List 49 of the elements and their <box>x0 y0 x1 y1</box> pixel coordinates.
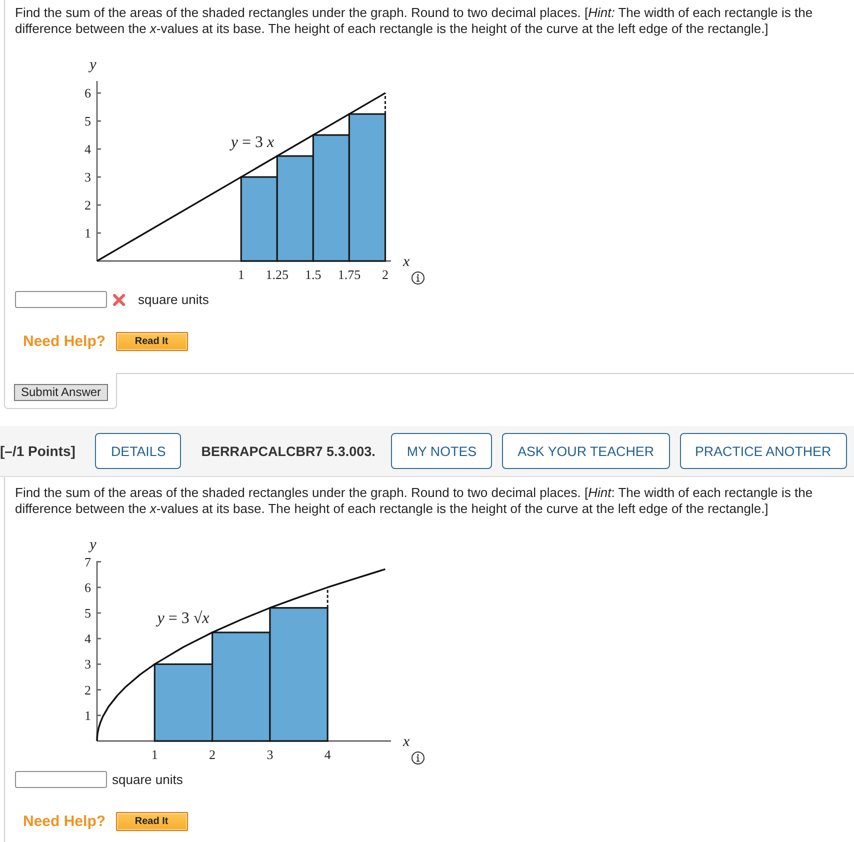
tick-label: 5 <box>84 114 91 129</box>
points-label: [–/1 Points] <box>0 443 76 459</box>
tick-label: 1.25 <box>266 267 289 282</box>
info-icon[interactable] <box>412 752 424 764</box>
tick-label: 1.5 <box>305 267 322 282</box>
tick-label: 6 <box>84 86 91 101</box>
tick-label: 2 <box>382 267 388 282</box>
axis-label: y <box>90 57 96 73</box>
tick-label: 4 <box>84 142 91 157</box>
axis-label: y <box>90 537 96 553</box>
question-text: Find the sum of the areas of the shaded rectangles under the graph. Round to two decimal places. [Hint: The width of each rectangle is the difference between the x-values at its base. The height of each rectangle is the height of the curve at the left edge of the rectangle.] <box>15 485 814 517</box>
need-help-label: Need Help? <box>23 813 106 830</box>
header-button[interactable]: ASK YOUR TEACHER <box>502 433 670 469</box>
tick-label: 4 <box>324 747 331 762</box>
answer-field[interactable] <box>15 771 107 788</box>
axis-label: x <box>403 254 410 270</box>
tick-label: 6 <box>84 580 91 595</box>
dashed-line <box>384 93 386 114</box>
need-help-label: Need Help? <box>23 333 106 350</box>
tick-label: 3 <box>84 170 91 185</box>
tick-label: 3 <box>84 656 91 672</box>
header-button[interactable]: DETAILS <box>95 433 182 469</box>
unit-label: square units <box>138 292 209 307</box>
tick-label: 5 <box>84 605 91 620</box>
info-icon[interactable] <box>412 272 424 284</box>
unit-label: square units <box>112 772 183 787</box>
curve-label: y = 3 √x <box>157 610 210 628</box>
answer-field[interactable] <box>15 291 107 308</box>
tick-label: 2 <box>209 747 216 762</box>
header-button[interactable]: PRACTICE ANOTHER <box>680 433 847 469</box>
dashed-line <box>326 587 328 608</box>
help-button[interactable]: Read It <box>116 812 188 831</box>
submit-answer-button[interactable]: Submit Answer <box>14 384 108 400</box>
tick-label: 1 <box>84 226 91 240</box>
tick-label: 4 <box>84 631 91 646</box>
question-text: Find the sum of the areas of the shaded rectangles under the graph. Round to two decimal places. [Hint: The width of each rectangle is the difference between the x-values at its base. The height of each rectangle is the height of the curve at the left edge of the rectangle.] <box>15 5 814 37</box>
axis-label: x <box>403 734 410 750</box>
help-button[interactable]: Read It <box>116 332 188 351</box>
tick-label: 1.75 <box>338 267 361 282</box>
tick-label: 1 <box>151 747 158 762</box>
problem-code: BERRAPCALCBR7 5.3.003. <box>201 444 376 458</box>
tick-label: 7 <box>84 554 91 570</box>
curve-label: y = 3 x <box>230 134 274 152</box>
tick-label: 3 <box>266 747 274 762</box>
tick-label: 2 <box>84 198 91 212</box>
tick-label: 2 <box>84 682 91 698</box>
tick-label: 1 <box>238 267 244 282</box>
header-button[interactable]: MY NOTES <box>391 433 492 469</box>
tick-label: 1 <box>84 708 91 723</box>
